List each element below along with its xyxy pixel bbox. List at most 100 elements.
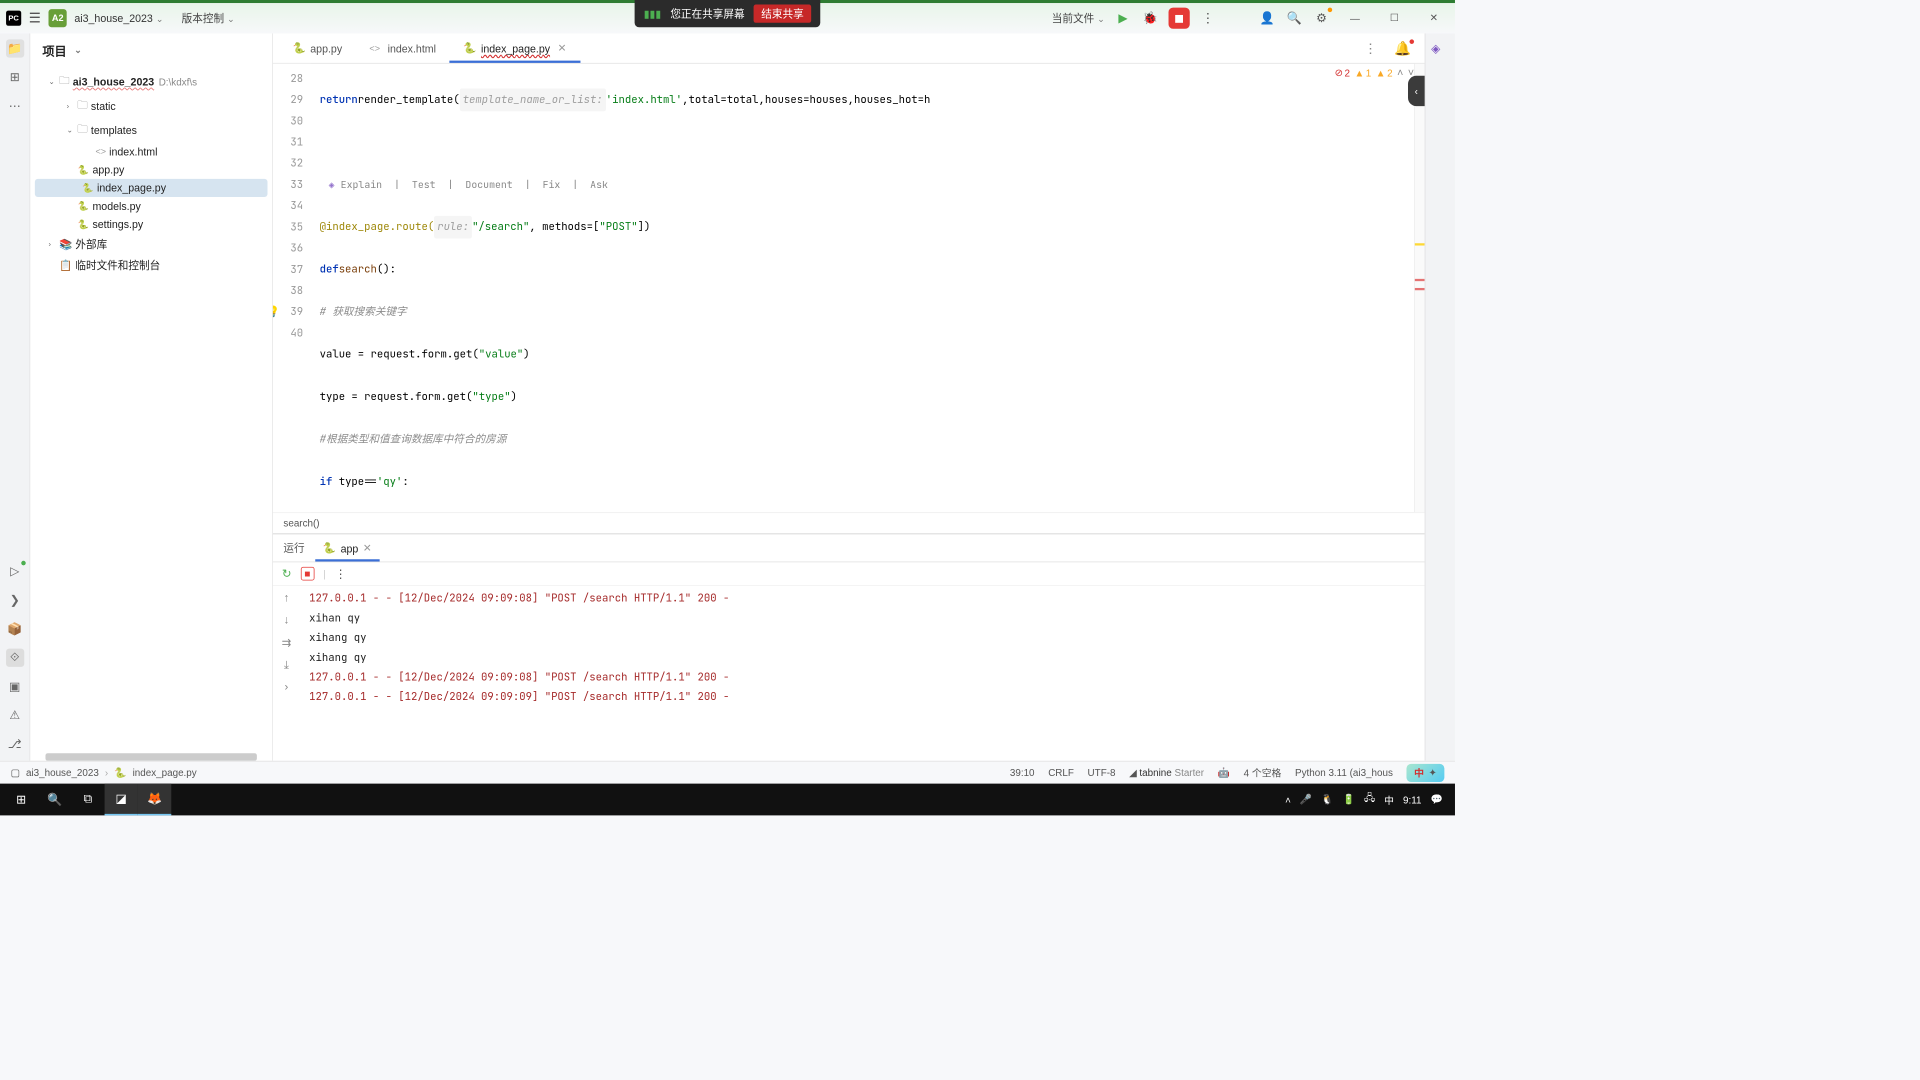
tray-battery-icon[interactable]: 🔋 — [1343, 793, 1355, 805]
maximize-button[interactable]: ☐ — [1379, 7, 1409, 30]
python-file-icon: 🐍 — [82, 182, 94, 194]
run-more-button[interactable]: ⋮ — [335, 567, 346, 581]
debug-button[interactable]: 🐞 — [1141, 9, 1159, 27]
close-window-button[interactable]: ✕ — [1419, 7, 1449, 30]
services-tool-icon[interactable]: ⟐ — [6, 649, 24, 667]
tree-file-index-page-py[interactable]: 🐍 index_page.py — [35, 179, 268, 197]
soft-wrap-button[interactable]: ⇉ — [282, 636, 292, 650]
code-content[interactable]: return render_template( template_name_or… — [311, 64, 1414, 513]
terminal-tool-icon[interactable]: ▣ — [6, 677, 24, 695]
project-panel-title[interactable]: 项目 — [30, 33, 272, 66]
taskbar-pycharm[interactable]: ◪ — [105, 784, 138, 816]
ai-assistant-icon[interactable]: ◈ — [1431, 41, 1449, 59]
tray-expand-icon[interactable]: ˄ — [1285, 794, 1291, 805]
intention-bulb-icon[interactable]: 💡 — [273, 302, 280, 323]
tray-qq-icon[interactable]: 🐧 — [1321, 793, 1333, 805]
tab-index-page-py[interactable]: 🐍 index_page.py ✕ — [450, 36, 581, 63]
taskbar-firefox[interactable]: 🦊 — [138, 784, 171, 816]
ai-fix[interactable]: Fix — [543, 174, 561, 195]
tabs-overflow-button[interactable]: ⋮ — [1355, 35, 1387, 63]
tree-root[interactable]: ⌄ 🗀 ai3_house_2023 D:\kdxf\s — [30, 70, 272, 94]
close-run-tab-button[interactable]: ✕ — [363, 542, 372, 555]
ai-explain[interactable]: Explain — [341, 174, 382, 195]
task-view-button[interactable]: ⧉ — [71, 784, 104, 816]
line-separator[interactable]: CRLF — [1048, 767, 1074, 778]
breadcrumb-file[interactable]: index_page.py — [133, 767, 197, 778]
ai-document[interactable]: Document — [466, 174, 513, 195]
copilot-handle[interactable]: ‹ — [1408, 76, 1425, 106]
tree-file-app-py[interactable]: 🐍 app.py — [30, 161, 272, 179]
minimize-button[interactable]: ― — [1340, 7, 1370, 30]
vcs-menu[interactable]: 版本控制 — [182, 11, 235, 26]
caret-position[interactable]: 39:10 — [1010, 767, 1035, 778]
packages-tool-icon[interactable]: 📦 — [6, 620, 24, 638]
project-selector[interactable]: ai3_house_2023 — [74, 12, 163, 24]
start-button[interactable]: ⊞ — [5, 784, 38, 816]
windows-taskbar: ⊞ 🔍 ⧉ ◪ 🦊 ˄ 🎤 🐧 🔋 🖧 中 9:11 💬 — [0, 784, 1455, 816]
rerun-button[interactable]: ↻ — [282, 567, 292, 581]
scroll-to-end-button[interactable]: ⤓ — [284, 659, 289, 672]
tree-folder-static[interactable]: › 🗀 static — [30, 94, 272, 118]
python-interpreter[interactable]: Python 3.11 (ai3_hous — [1295, 767, 1393, 778]
search-button[interactable]: 🔍 — [38, 784, 71, 816]
tab-app-py[interactable]: 🐍 app.py — [279, 36, 356, 63]
tree-folder-templates[interactable]: ⌄ 🗀 templates — [30, 118, 272, 142]
code-editor[interactable]: 28 29 30 31 32 33 34 35 36 37 38 💡39 40 — [273, 64, 1425, 513]
horizontal-scrollbar[interactable] — [45, 753, 256, 761]
run-config-tab[interactable]: 🐍 app ✕ — [315, 539, 379, 562]
indent-settings[interactable]: 4 个空格 — [1244, 765, 1282, 779]
share-text: 您正在共享屏幕 — [670, 6, 744, 21]
close-tab-button[interactable]: ✕ — [558, 42, 567, 55]
tabnine-widget[interactable]: ◢ tabnine Starter — [1129, 767, 1204, 779]
status-bar: ▢ ai3_house_2023 › 🐍 index_page.py 39:10… — [0, 761, 1455, 784]
ai-test[interactable]: Test — [412, 174, 436, 195]
tray-ime-icon[interactable]: 中 — [1384, 792, 1394, 806]
error-count[interactable]: ⊘ 2 — [1335, 67, 1350, 79]
tray-network-icon[interactable]: 🖧 — [1364, 791, 1375, 808]
tree-file-settings-py[interactable]: 🐍 settings.py — [30, 215, 272, 233]
inspections-widget[interactable]: ⊘ 2 ▲ 1 ▲ 2 ˄ ˅ — [1335, 67, 1414, 79]
scroll-up-button[interactable]: ↑ — [284, 592, 290, 605]
code-with-me-icon[interactable]: 👤 — [1258, 9, 1276, 27]
folder-icon: 🗀 — [77, 97, 88, 115]
end-share-button[interactable]: 结束共享 — [754, 5, 812, 23]
tray-mic-icon[interactable]: 🎤 — [1300, 793, 1312, 805]
stop-run-button[interactable]: ◼ — [301, 567, 315, 581]
more-tool-icon[interactable]: ⋯ — [6, 97, 24, 115]
stop-button[interactable]: ◼ — [1169, 8, 1190, 29]
error-stripe[interactable] — [1414, 64, 1425, 513]
python-console-icon[interactable]: ❯ — [6, 591, 24, 609]
breadcrumb-project[interactable]: ai3_house_2023 — [26, 767, 99, 778]
ai-ask[interactable]: Ask — [590, 174, 608, 195]
project-tool-icon[interactable]: 📁 — [6, 39, 24, 57]
main-menu-button[interactable]: ☰ — [29, 10, 41, 26]
search-everywhere-button[interactable]: 🔍 — [1285, 9, 1303, 27]
git-tool-icon[interactable]: ⎇ — [6, 735, 24, 753]
tree-scratches[interactable]: 📋 临时文件和控制台 — [30, 255, 272, 276]
run-config-selector[interactable]: 当前文件 — [1052, 11, 1105, 26]
run-button[interactable]: ▶ — [1114, 9, 1132, 27]
file-encoding[interactable]: UTF-8 — [1088, 767, 1116, 778]
console-output[interactable]: 127.0.0.1 - - [12/Dec/2024 09:09:08] "PO… — [300, 586, 1425, 761]
problems-tool-icon[interactable]: ⚠ — [6, 706, 24, 724]
notifications-button[interactable]: 🔔 — [1386, 35, 1418, 63]
tray-clock[interactable]: 9:11 — [1403, 794, 1421, 805]
copilot-status-icon[interactable]: 🤖 — [1218, 767, 1230, 779]
tree-file-models-py[interactable]: 🐍 models.py — [30, 197, 272, 215]
run-tool-icon[interactable]: ▷ — [6, 562, 24, 580]
tree-external-libs[interactable]: › 📚 外部库 — [30, 233, 272, 254]
expand-button[interactable]: › — [285, 681, 289, 694]
warning-count[interactable]: ▲ 1 — [1354, 67, 1371, 78]
scroll-down-button[interactable]: ↓ — [284, 614, 290, 627]
python-file-icon: 🐍 — [77, 200, 89, 212]
tree-file-index-html[interactable]: <> index.html — [30, 142, 272, 160]
ime-widget[interactable]: 中 ✦ — [1407, 763, 1445, 781]
tab-index-html[interactable]: <> index.html — [356, 36, 450, 63]
structure-tool-icon[interactable]: ⊞ — [6, 68, 24, 86]
settings-button[interactable]: ⚙ — [1313, 9, 1331, 27]
more-actions-button[interactable]: ⋮ — [1199, 9, 1217, 27]
tray-notifications-icon[interactable]: 💬 — [1431, 793, 1443, 805]
prev-highlight-button[interactable]: ˄ — [1397, 67, 1403, 79]
weak-warning-count[interactable]: ▲ 2 — [1376, 67, 1393, 78]
code-breadcrumb[interactable]: search() — [273, 512, 1425, 533]
